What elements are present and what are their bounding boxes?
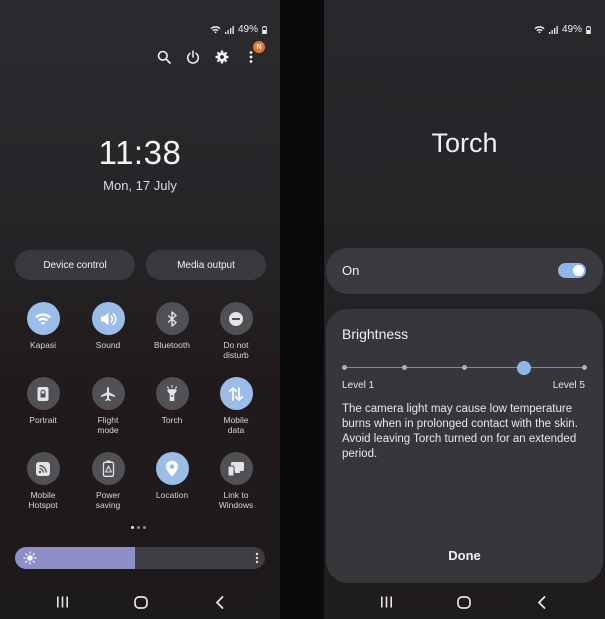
sun-icon bbox=[23, 551, 37, 565]
airplane-icon bbox=[91, 377, 125, 410]
wifi-icon bbox=[26, 302, 60, 335]
battery-icon bbox=[262, 25, 267, 34]
signal-icon bbox=[549, 25, 558, 34]
recent-apps-icon[interactable] bbox=[52, 592, 72, 612]
tile-bluetooth[interactable]: Bluetooth bbox=[140, 302, 204, 350]
recent-apps-icon[interactable] bbox=[376, 592, 396, 612]
slider-step-dot[interactable] bbox=[341, 365, 347, 370]
tile-torch[interactable]: Torch bbox=[140, 377, 204, 425]
sound-icon bbox=[91, 302, 125, 335]
slider-step-dot[interactable] bbox=[461, 365, 467, 370]
panel-actions: N bbox=[154, 41, 265, 67]
torch-on-switch-row[interactable]: On bbox=[326, 248, 603, 294]
tile-kapasi[interactable]: Kapasi bbox=[11, 302, 75, 350]
back-icon[interactable] bbox=[210, 592, 230, 612]
search-icon[interactable] bbox=[154, 47, 174, 67]
media-output-button[interactable]: Media output bbox=[146, 250, 266, 280]
home-icon[interactable] bbox=[454, 592, 474, 612]
torch-toggle[interactable] bbox=[558, 263, 586, 278]
more-options-icon[interactable]: N bbox=[241, 41, 265, 67]
battery-icon bbox=[586, 25, 591, 34]
tile-power-saving[interactable]: Power saving bbox=[76, 452, 140, 510]
status-bar: 49% bbox=[210, 24, 267, 35]
tile-label: Power saving bbox=[95, 490, 121, 510]
page-dot bbox=[131, 526, 134, 529]
tile-label: Sound bbox=[95, 340, 121, 350]
clock-date: Mon, 17 July bbox=[103, 178, 177, 193]
wifi-status-icon bbox=[210, 26, 221, 34]
tile-flight-mode[interactable]: Flight mode bbox=[76, 377, 140, 435]
back-icon[interactable] bbox=[532, 592, 552, 612]
tile-label: Mobile data bbox=[223, 415, 249, 435]
tile-link-to-windows[interactable]: Link to Windows bbox=[204, 452, 268, 510]
tile-do-not-disturb[interactable]: Do not disturb bbox=[204, 302, 268, 360]
battery-percent: 49% bbox=[238, 24, 259, 35]
navigation-bar bbox=[376, 592, 552, 612]
tile-label: Location bbox=[155, 490, 189, 500]
quick-panel: 49% N 11:38 Mon, 17 July Device control … bbox=[0, 0, 280, 619]
device-control-button[interactable]: Device control bbox=[15, 250, 135, 280]
notification-badge: N bbox=[253, 41, 265, 53]
page-dot bbox=[137, 526, 140, 529]
bluetooth-icon bbox=[155, 302, 189, 335]
power-saving-icon bbox=[91, 452, 125, 485]
clock-time: 11:38 bbox=[98, 134, 182, 171]
wifi-status-icon bbox=[534, 26, 545, 34]
slider-step-dot[interactable] bbox=[581, 365, 587, 370]
link-to-windows-icon bbox=[219, 452, 253, 485]
tile-label: Flight mode bbox=[97, 415, 119, 435]
page-indicator bbox=[131, 526, 146, 529]
done-button[interactable]: Done bbox=[326, 548, 603, 563]
hotspot-icon bbox=[26, 452, 60, 485]
tile-label: Bluetooth bbox=[154, 340, 190, 350]
torch-icon bbox=[155, 377, 189, 410]
tile-label: Kapasi bbox=[30, 340, 56, 350]
burn-warning-text: The camera light may cause low temperatu… bbox=[342, 403, 578, 460]
level-min-label: Level 1 bbox=[342, 380, 375, 391]
brightness-slider[interactable] bbox=[15, 547, 265, 569]
location-icon bbox=[155, 452, 189, 485]
tile-label: Portrait bbox=[29, 415, 57, 425]
portrait-lock-icon bbox=[26, 377, 60, 410]
toggle-knob bbox=[573, 265, 584, 276]
tile-mobile-hotspot[interactable]: Mobile Hotspot bbox=[11, 452, 75, 510]
mobile-data-icon bbox=[219, 377, 253, 410]
on-label: On bbox=[342, 263, 360, 278]
status-bar: 49% bbox=[534, 24, 591, 35]
power-icon[interactable] bbox=[183, 47, 203, 67]
tile-sound[interactable]: Sound bbox=[76, 302, 140, 350]
home-icon[interactable] bbox=[131, 592, 151, 612]
brightness-more-icon[interactable] bbox=[255, 551, 259, 565]
page-title: Torch bbox=[431, 128, 498, 158]
brightness-card: Brightness Level 1 Level 5 The camera li… bbox=[326, 309, 603, 583]
tile-label: Link to Windows bbox=[218, 490, 254, 510]
page-dot bbox=[143, 526, 146, 529]
torch-settings: 49% Torch On Brightness Level 1 Level 5 … bbox=[324, 0, 605, 619]
tile-mobile-data[interactable]: Mobile data bbox=[204, 377, 268, 435]
gear-icon[interactable] bbox=[212, 47, 232, 67]
divider bbox=[280, 0, 324, 619]
tile-label: Torch bbox=[161, 415, 183, 425]
signal-icon bbox=[225, 25, 234, 34]
slider-thumb[interactable] bbox=[517, 361, 531, 375]
tile-label: Do not disturb bbox=[223, 340, 249, 360]
level-max-label: Level 5 bbox=[552, 380, 585, 391]
do-not-disturb-icon bbox=[219, 302, 253, 335]
brightness-title: Brightness bbox=[342, 326, 409, 342]
torch-brightness-slider[interactable] bbox=[341, 361, 587, 375]
tile-portrait[interactable]: Portrait bbox=[11, 377, 75, 425]
navigation-bar bbox=[52, 592, 230, 612]
battery-percent: 49% bbox=[562, 24, 583, 35]
tile-location[interactable]: Location bbox=[140, 452, 204, 500]
tile-label: Mobile Hotspot bbox=[28, 490, 58, 510]
slider-step-dot[interactable] bbox=[401, 365, 407, 370]
